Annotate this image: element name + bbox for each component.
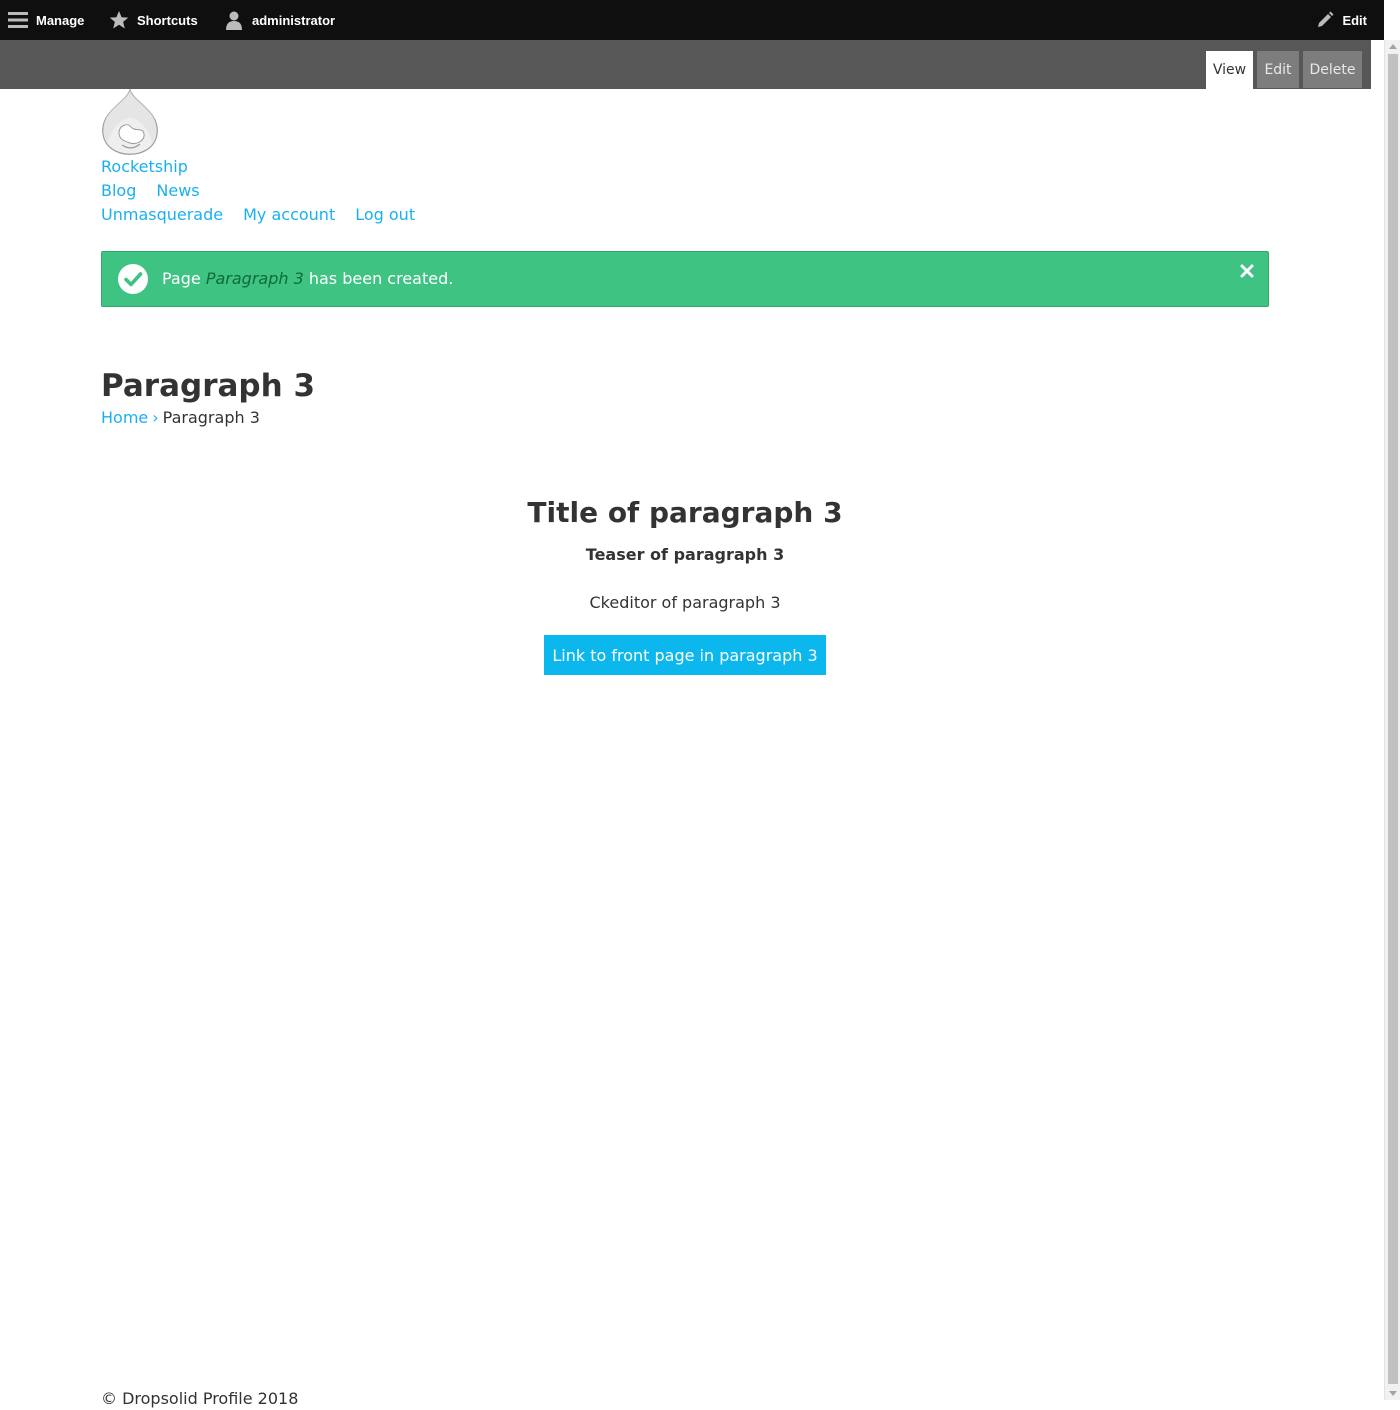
- account-menu-item-log-out[interactable]: Log out: [355, 204, 415, 226]
- tab-view[interactable]: View: [1206, 51, 1253, 89]
- tab-delete[interactable]: Delete: [1303, 51, 1362, 88]
- star-icon: [109, 11, 129, 29]
- status-node-link[interactable]: Paragraph 3: [206, 269, 304, 288]
- account-menu: Unmasquerade My account Log out: [101, 204, 415, 226]
- breadcrumb-separator: ›: [152, 408, 159, 427]
- status-prefix: Page: [162, 269, 201, 288]
- main-menu-item-news[interactable]: News: [156, 180, 199, 202]
- status-text: Page Paragraph 3 has been created.: [162, 268, 453, 290]
- vertical-scrollbar[interactable]: [1384, 40, 1400, 1400]
- paragraph-teaser: Teaser of paragraph 3: [585, 545, 785, 564]
- paragraph-title: Title of paragraph 3: [527, 496, 843, 529]
- toolbar-edit[interactable]: Edit: [1316, 0, 1367, 40]
- scroll-down-arrow[interactable]: [1389, 1391, 1397, 1396]
- main-menu-item-blog[interactable]: Blog: [101, 180, 136, 202]
- footer-copyright: © Dropsolid Profile 2018: [101, 1389, 299, 1408]
- toolbar-manage[interactable]: Manage: [8, 0, 84, 40]
- breadcrumb-home[interactable]: Home: [101, 408, 148, 427]
- close-icon[interactable]: [1240, 264, 1254, 278]
- hamburger-icon: [8, 12, 28, 28]
- toolbar-manage-label: Manage: [36, 12, 85, 28]
- toolbar-edit-label: Edit: [1342, 12, 1367, 28]
- checkmark-icon: [118, 264, 148, 294]
- toolbar-shortcuts[interactable]: Shortcuts: [109, 0, 198, 40]
- local-tasks-bar: View Edit Delete: [0, 40, 1371, 89]
- status-suffix: has been created.: [308, 269, 454, 288]
- account-menu-item-unmasquerade[interactable]: Unmasquerade: [101, 204, 223, 226]
- admin-toolbar: Manage Shortcuts administrator Edit: [0, 0, 1384, 40]
- toolbar-shortcuts-label: Shortcuts: [137, 12, 198, 28]
- breadcrumb-current: Paragraph 3: [162, 408, 260, 427]
- toolbar-user-label: administrator: [252, 12, 336, 28]
- user-icon: [226, 11, 242, 30]
- page-title: Paragraph 3: [101, 368, 316, 404]
- scrollbar-thumb[interactable]: [1388, 54, 1398, 1384]
- breadcrumb: Home › Paragraph 3: [101, 407, 260, 429]
- main-menu: Blog News: [101, 180, 200, 202]
- site-name[interactable]: Rocketship: [101, 157, 188, 176]
- paragraph-link-button[interactable]: Link to front page in paragraph 3: [544, 635, 826, 675]
- drupal-drop-logo: [102, 88, 158, 155]
- pencil-icon: [1318, 11, 1334, 27]
- site-name-link[interactable]: Rocketship: [101, 156, 188, 178]
- account-menu-item-my-account[interactable]: My account: [243, 204, 335, 226]
- paragraph-body: Ckeditor of paragraph 3: [589, 593, 781, 612]
- toolbar-user[interactable]: administrator: [224, 0, 335, 40]
- site-logo[interactable]: [100, 88, 160, 155]
- scroll-up-arrow[interactable]: [1389, 44, 1397, 49]
- tab-edit[interactable]: Edit: [1257, 51, 1299, 88]
- status-message: Page Paragraph 3 has been created.: [101, 251, 1269, 307]
